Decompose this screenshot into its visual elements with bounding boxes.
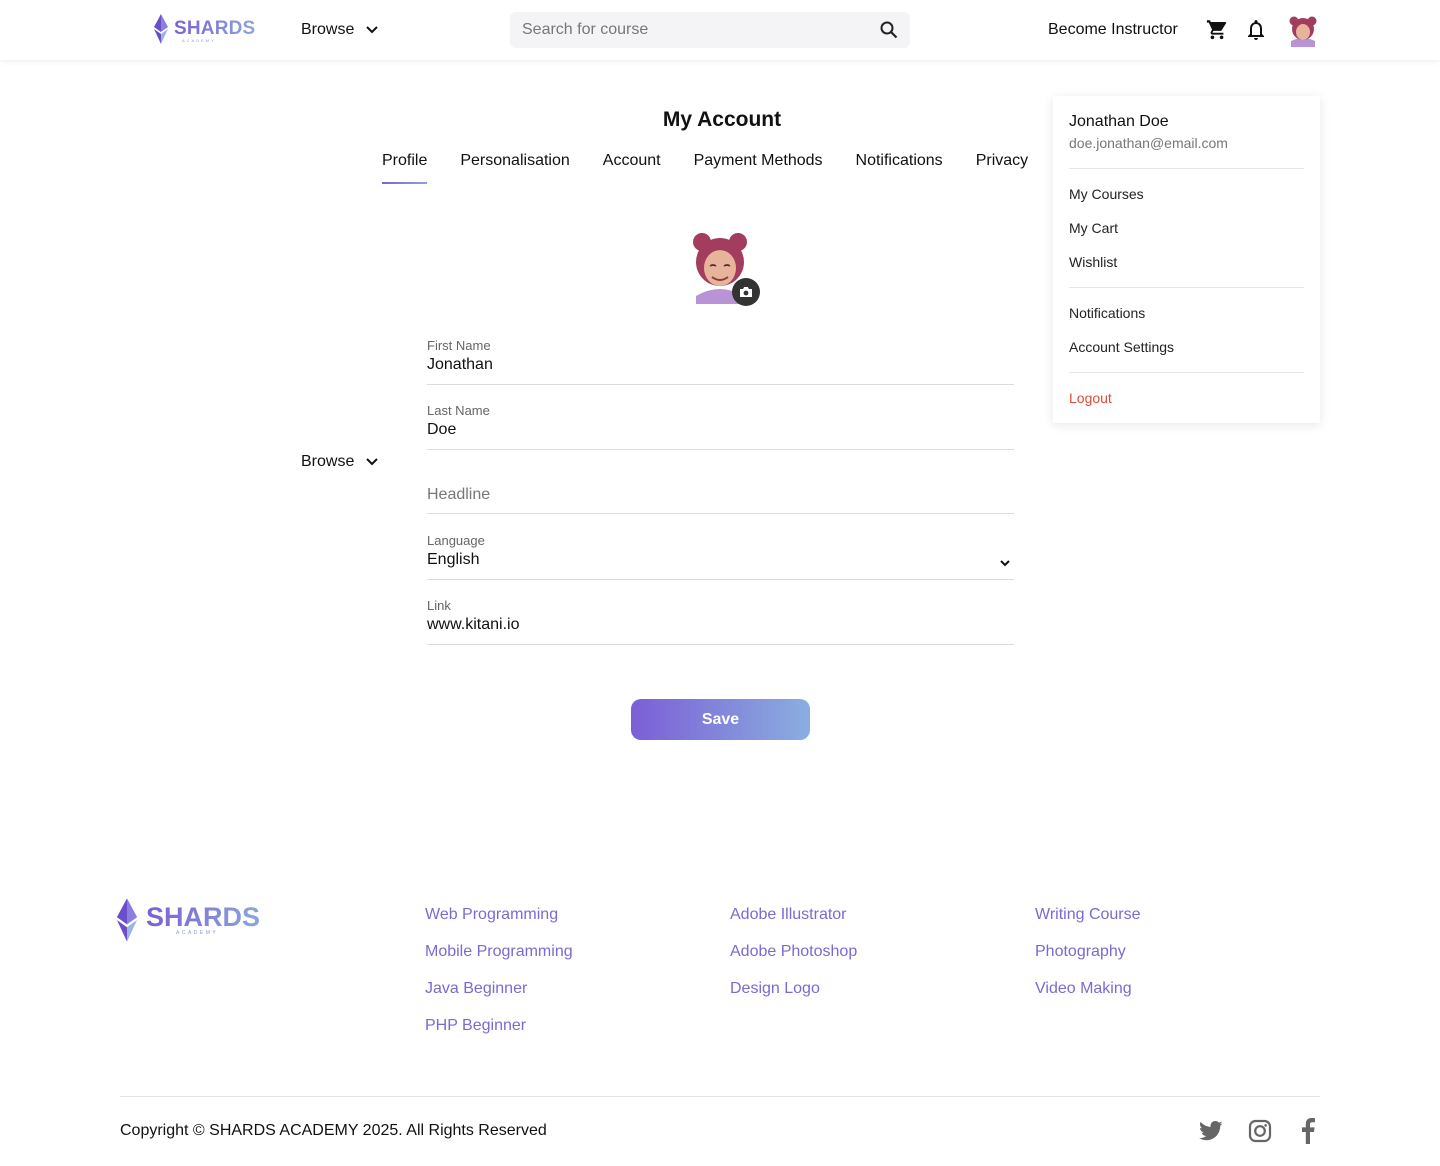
headline-input[interactable]	[427, 486, 1014, 504]
footer-divider	[120, 1096, 1320, 1097]
first-name-field: First Name	[427, 338, 1014, 385]
shard-logo-icon	[116, 898, 138, 942]
footer-link[interactable]: Photography	[1035, 943, 1126, 961]
brand-subtitle: ACADEMY	[182, 38, 216, 43]
become-instructor-link[interactable]: Become Instructor	[1048, 21, 1178, 39]
language-label: Language	[427, 533, 485, 548]
divider	[1069, 372, 1304, 373]
copyright-text: Copyright © SHARDS ACADEMY 2025. All Rig…	[120, 1122, 547, 1139]
shard-logo-icon	[154, 14, 168, 44]
instagram-icon[interactable]	[1247, 1118, 1273, 1144]
footer-brand-logo[interactable]: SHARDS ACADEMY	[114, 898, 260, 942]
headline-field	[427, 468, 1014, 514]
camera-icon	[740, 287, 752, 297]
change-photo-button[interactable]	[732, 278, 760, 306]
menu-item-wishlist[interactable]: Wishlist	[1069, 254, 1117, 270]
footer-link[interactable]: Design Logo	[730, 980, 820, 998]
account-tabs: Profile Personalisation Account Payment …	[382, 152, 1028, 184]
footer-link[interactable]: Adobe Photoshop	[730, 943, 857, 961]
tab-notifications[interactable]: Notifications	[856, 152, 943, 184]
top-navbar: SHARDS ACADEMY Browse Become Instructor	[0, 0, 1440, 60]
tab-personalisation[interactable]: Personalisation	[460, 152, 569, 184]
cart-icon[interactable]	[1205, 18, 1229, 42]
side-browse-menu[interactable]: Browse	[301, 453, 379, 471]
browse-label: Browse	[301, 21, 355, 38]
user-name: Jonathan Doe	[1069, 113, 1169, 130]
footer-link[interactable]: PHP Beginner	[425, 1017, 526, 1035]
menu-item-my-courses[interactable]: My Courses	[1069, 186, 1144, 202]
twitter-icon[interactable]	[1198, 1118, 1224, 1144]
divider	[1069, 168, 1304, 169]
language-select[interactable]: Language English	[427, 533, 1014, 580]
user-avatar[interactable]	[1288, 15, 1318, 47]
footer-link[interactable]: Web Programming	[425, 906, 558, 924]
footer-link[interactable]: Writing Course	[1035, 906, 1141, 924]
footer-link[interactable]: Adobe Illustrator	[730, 906, 847, 924]
menu-item-notifications[interactable]: Notifications	[1069, 305, 1145, 321]
side-browse-label: Browse	[301, 453, 355, 470]
headline-spacer	[427, 468, 1014, 486]
tab-account[interactable]: Account	[603, 152, 661, 184]
link-label: Link	[427, 598, 451, 613]
footer-brand-name: SHARDS	[146, 902, 261, 932]
link-input[interactable]	[427, 616, 1014, 634]
search-bar	[510, 12, 910, 48]
divider	[1069, 287, 1304, 288]
search-input[interactable]	[522, 21, 880, 39]
link-field: Link	[427, 598, 1014, 645]
tab-payment-methods[interactable]: Payment Methods	[694, 152, 823, 184]
last-name-label: Last Name	[427, 403, 490, 418]
footer-brand-subtitle: ACADEMY	[176, 930, 219, 936]
footer-link[interactable]: Mobile Programming	[425, 943, 573, 961]
footer-link[interactable]: Video Making	[1035, 980, 1132, 998]
menu-item-account-settings[interactable]: Account Settings	[1069, 339, 1174, 355]
language-value: English	[427, 551, 480, 568]
search-icon[interactable]	[880, 21, 898, 39]
bell-icon[interactable]	[1244, 18, 1268, 42]
tab-privacy[interactable]: Privacy	[976, 152, 1028, 184]
save-button[interactable]: Save	[631, 699, 810, 740]
browse-menu[interactable]: Browse	[301, 21, 379, 39]
chevron-down-icon	[366, 26, 379, 34]
user-dropdown-menu: Jonathan Doe doe.jonathan@email.com My C…	[1053, 96, 1320, 423]
facebook-icon[interactable]	[1295, 1118, 1321, 1144]
user-email: doe.jonathan@email.com	[1069, 135, 1228, 151]
first-name-label: First Name	[427, 338, 491, 353]
brand-name: SHARDS	[174, 18, 256, 39]
chevron-down-icon	[1000, 560, 1010, 567]
logout-button[interactable]: Logout	[1069, 390, 1112, 406]
footer-link[interactable]: Java Beginner	[425, 980, 527, 998]
chevron-down-icon	[366, 458, 379, 466]
last-name-input[interactable]	[427, 421, 1014, 439]
brand-logo[interactable]: SHARDS ACADEMY	[152, 14, 255, 44]
first-name-input[interactable]	[427, 356, 1014, 374]
menu-item-my-cart[interactable]: My Cart	[1069, 220, 1118, 236]
tab-profile[interactable]: Profile	[382, 152, 428, 184]
last-name-field: Last Name	[427, 403, 1014, 450]
